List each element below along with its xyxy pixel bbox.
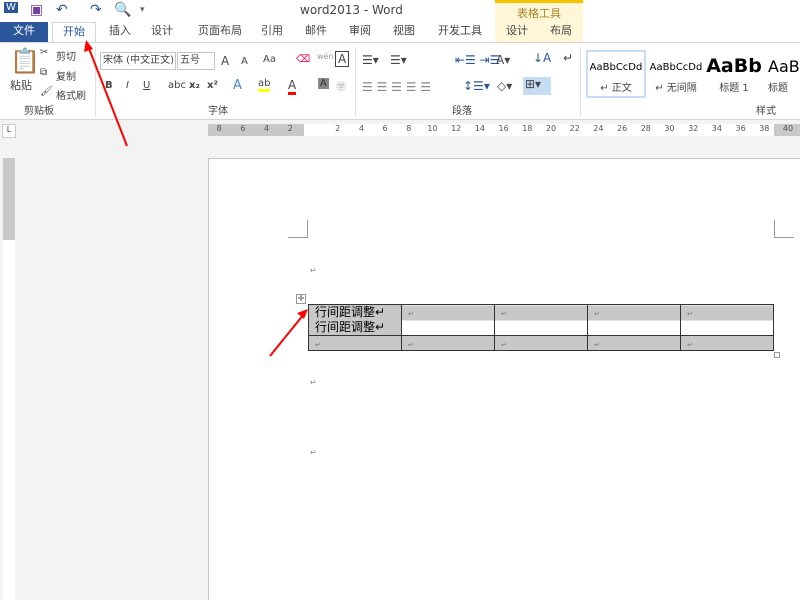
- arrow-head: [84, 40, 93, 52]
- annotation-arrows: [84, 40, 308, 357]
- arrow-head: [297, 309, 308, 319]
- arrow-to-table-handle: [269, 313, 305, 357]
- arrow-to-home-tab: [87, 45, 128, 147]
